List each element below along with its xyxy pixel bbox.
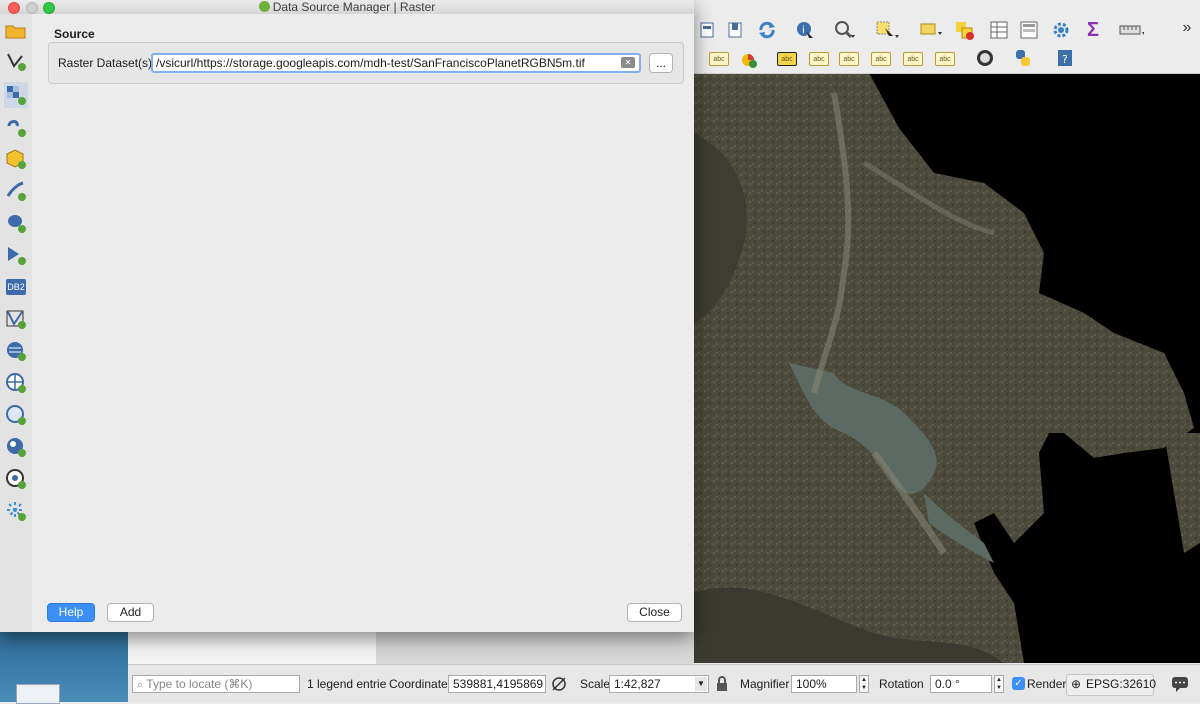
add-vector-layer-icon[interactable] xyxy=(4,48,28,74)
add-arcgis-map-icon[interactable] xyxy=(4,434,28,460)
globe-icon: ⊕ xyxy=(1071,677,1082,691)
select-features-icon[interactable] xyxy=(874,18,900,42)
locate-search-input[interactable]: ⌕ Type to locate (⌘K) xyxy=(132,675,300,693)
close-button[interactable]: Close xyxy=(627,603,682,622)
magnifier-field[interactable]: 100% xyxy=(791,675,857,693)
add-delimited-text-icon[interactable] xyxy=(4,498,28,524)
render-checkbox[interactable]: ✓ xyxy=(1012,677,1025,690)
scale-label: Scale xyxy=(580,677,611,691)
add-wfs-icon[interactable] xyxy=(4,402,28,428)
land-area xyxy=(694,73,1194,663)
label-toolbar: abc abc abc abc abc abc abc ? xyxy=(694,46,1200,74)
svg-text:i: i xyxy=(802,25,805,36)
magnifier-label: Magnifier xyxy=(740,677,790,691)
attribute-tools-icon[interactable] xyxy=(918,18,944,42)
rotate-label-icon[interactable]: abc xyxy=(902,49,924,69)
map-canvas[interactable] xyxy=(694,73,1200,663)
source-group-box: Raster Dataset(s) /vsicurl/https://stora… xyxy=(48,42,684,84)
add-spatialite-icon[interactable] xyxy=(4,178,28,204)
change-label-icon[interactable]: abc xyxy=(934,49,956,69)
toolbar-overflow-icon[interactable]: » xyxy=(1174,16,1200,40)
add-mssql-icon[interactable] xyxy=(4,242,28,268)
coordinate-toggle-icon[interactable] xyxy=(550,675,568,693)
legend-entries-label: 1 legend entrie xyxy=(307,677,387,691)
lock-scale-icon[interactable] xyxy=(715,675,729,693)
measure-ruler-icon[interactable] xyxy=(1118,18,1144,42)
coordinate-label: Coordinate xyxy=(389,677,448,691)
inland-land xyxy=(1164,433,1200,553)
add-mesh-layer-icon[interactable] xyxy=(4,114,28,140)
add-button[interactable]: Add xyxy=(107,603,154,622)
help-button[interactable]: Help xyxy=(47,603,95,622)
move-label-icon[interactable]: abc xyxy=(870,49,892,69)
crs-button[interactable]: ⊕ EPSG:32610 xyxy=(1066,674,1157,696)
add-geopackage-icon[interactable] xyxy=(4,146,28,172)
folder-open-icon[interactable] xyxy=(4,18,28,44)
rotation-label: Rotation xyxy=(879,677,924,691)
desktop-window-thumbnail xyxy=(16,684,60,704)
statistical-summary-icon[interactable] xyxy=(1016,18,1042,42)
rotation-stepper[interactable]: ▲ ▼ xyxy=(994,675,1004,693)
python-console-icon[interactable] xyxy=(1012,48,1034,68)
add-wcs-icon[interactable] xyxy=(4,370,28,396)
panel-edge xyxy=(376,632,694,664)
raster-dataset-label: Raster Dataset(s) xyxy=(58,56,153,70)
data-source-manager-dialog: Data Source Manager | Raster DB2 Source … xyxy=(0,0,694,632)
show-hide-labels-icon[interactable]: abc xyxy=(838,49,860,69)
coordinate-field[interactable]: 539881,4195869 xyxy=(448,675,546,693)
refresh-icon[interactable] xyxy=(754,18,780,42)
dialog-content xyxy=(32,14,694,632)
locate-placeholder: Type to locate (⌘K) xyxy=(146,677,253,691)
clear-input-icon[interactable]: ✕ xyxy=(621,57,635,68)
pin-labels-icon[interactable]: abc xyxy=(808,49,830,69)
render-label: Render xyxy=(1027,677,1067,691)
scale-value: 1:42,827 xyxy=(614,677,661,691)
dialog-titlebar: Data Source Manager | Raster xyxy=(0,0,694,15)
add-postgis-icon[interactable] xyxy=(4,210,28,236)
db2-text: DB2 xyxy=(6,279,26,295)
add-arcgis-feature-icon[interactable] xyxy=(4,466,28,492)
svg-text:?: ? xyxy=(1062,53,1068,66)
rotation-field[interactable]: 0.0 ° xyxy=(930,675,992,693)
deselect-features-icon[interactable] xyxy=(952,18,978,42)
layer-diagram-icon[interactable] xyxy=(738,49,760,69)
add-virtual-layer-icon[interactable] xyxy=(4,306,28,332)
help-contents-icon[interactable]: ? xyxy=(1054,48,1076,68)
plugin-globe-icon[interactable] xyxy=(974,48,996,68)
scale-select[interactable]: 1:42,827 ▼ xyxy=(609,675,709,693)
highlight-pinned-labels-icon[interactable]: abc xyxy=(776,49,798,69)
dialog-title-wrapper: Data Source Manager | Raster xyxy=(0,0,694,14)
add-raster-layer-icon[interactable] xyxy=(4,82,28,108)
messages-icon[interactable] xyxy=(1170,674,1190,694)
add-db2-icon[interactable]: DB2 xyxy=(4,274,28,300)
settings-gear-icon[interactable] xyxy=(1048,18,1074,42)
status-bar: ⌕ Type to locate (⌘K) 1 legend entrie Co… xyxy=(128,664,1200,703)
new-layout-icon[interactable] xyxy=(694,18,720,42)
sum-icon[interactable]: Σ xyxy=(1080,18,1106,42)
main-toolbar: i Σ » xyxy=(694,14,1200,46)
add-wms-icon[interactable] xyxy=(4,338,28,364)
data-source-sidebar: DB2 xyxy=(0,14,33,632)
magnifier-stepper[interactable]: ▲ ▼ xyxy=(859,675,869,693)
desktop-background xyxy=(0,632,128,704)
browse-button[interactable]: ... xyxy=(649,53,673,73)
source-section-title: Source xyxy=(54,27,95,41)
dialog-title: Data Source Manager | Raster xyxy=(272,0,436,14)
qgis-logo-icon xyxy=(258,1,270,12)
layout-manager-icon[interactable] xyxy=(722,18,748,42)
chevron-down-icon: ▼ xyxy=(695,677,707,691)
layers-panel-edge xyxy=(128,632,377,664)
zoom-tools-icon[interactable] xyxy=(832,18,858,42)
layer-labeling-icon[interactable]: abc xyxy=(708,49,730,69)
raster-dataset-input[interactable]: /vsicurl/https://storage.googleapis.com/… xyxy=(151,53,641,73)
open-attribute-table-icon[interactable] xyxy=(986,18,1012,42)
search-icon: ⌕ xyxy=(137,679,144,691)
crs-label: EPSG:32610 xyxy=(1086,677,1157,691)
identify-features-icon[interactable]: i xyxy=(792,18,818,42)
raster-dataset-value: /vsicurl/https://storage.googleapis.com/… xyxy=(156,56,585,70)
